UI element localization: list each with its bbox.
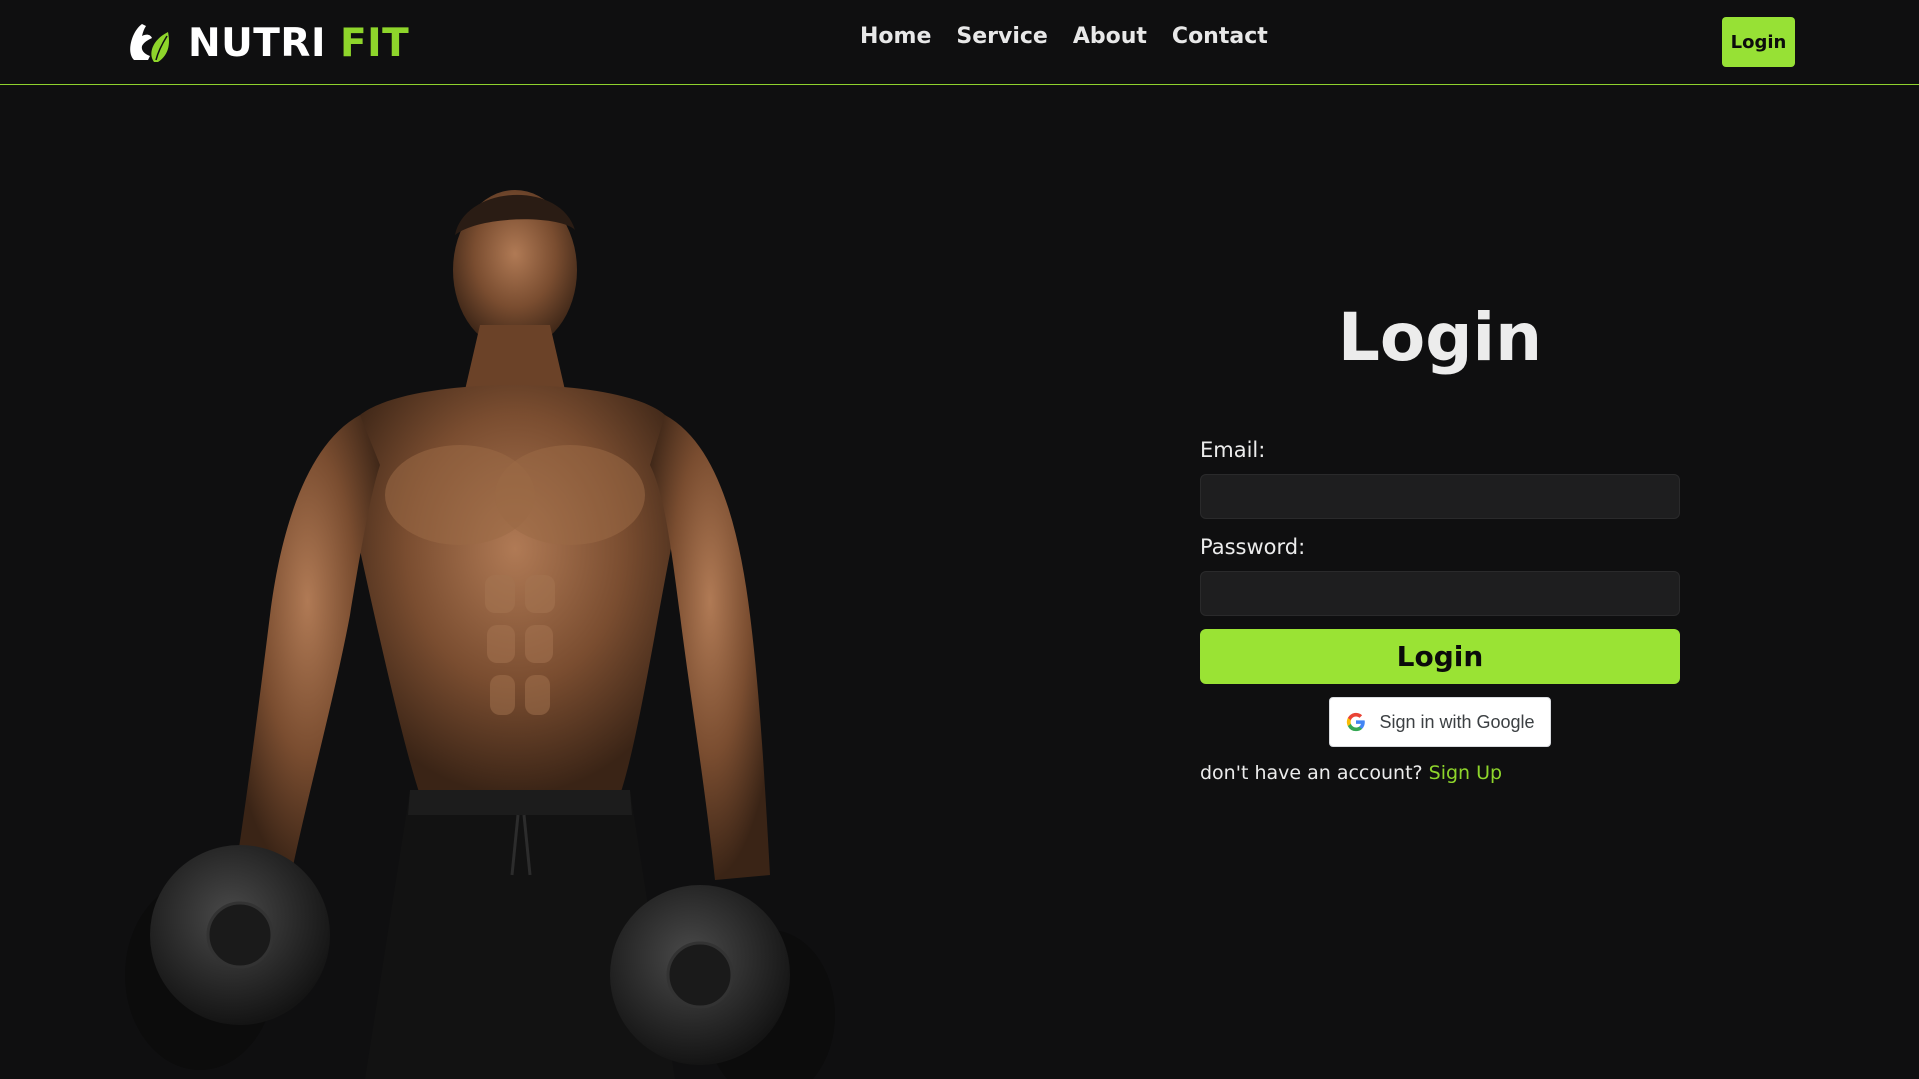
- google-signin-button[interactable]: Sign in with Google: [1329, 697, 1551, 747]
- brand-accent: FIT: [340, 20, 410, 66]
- nav-about[interactable]: About: [1073, 24, 1147, 49]
- nav-service[interactable]: Service: [956, 24, 1047, 49]
- signup-prompt-text: don't have an account?: [1200, 762, 1423, 784]
- signup-link[interactable]: Sign Up: [1429, 762, 1502, 784]
- google-icon: [1347, 712, 1366, 732]
- flexed-arm-leaf-icon: [130, 24, 169, 62]
- brand-name: NUTRI FIT: [188, 20, 410, 66]
- signup-prompt: don't have an account? Sign Up: [1200, 762, 1680, 784]
- login-form: Login Email: Password: Login Sign in wit…: [1200, 290, 1680, 784]
- top-navbar: NUTRI FIT Home Service About Contact Log…: [0, 0, 1919, 85]
- muscular-man-with-dumbbells-photo: [125, 190, 835, 1079]
- email-label: Email:: [1200, 438, 1266, 462]
- hero-image: [120, 175, 840, 1079]
- password-label: Password:: [1200, 535, 1306, 559]
- google-signin-label: Sign in with Google: [1379, 711, 1535, 732]
- brand-logo[interactable]: NUTRI FIT: [124, 18, 409, 68]
- email-field[interactable]: [1200, 474, 1680, 519]
- main-nav: Home Service About Contact: [860, 24, 1293, 49]
- nav-home[interactable]: Home: [860, 24, 931, 49]
- header-login-button[interactable]: Login: [1722, 17, 1795, 67]
- login-submit-button[interactable]: Login: [1200, 629, 1680, 684]
- nav-contact[interactable]: Contact: [1172, 24, 1268, 49]
- login-title: Login: [1337, 299, 1543, 376]
- password-field[interactable]: [1200, 571, 1680, 616]
